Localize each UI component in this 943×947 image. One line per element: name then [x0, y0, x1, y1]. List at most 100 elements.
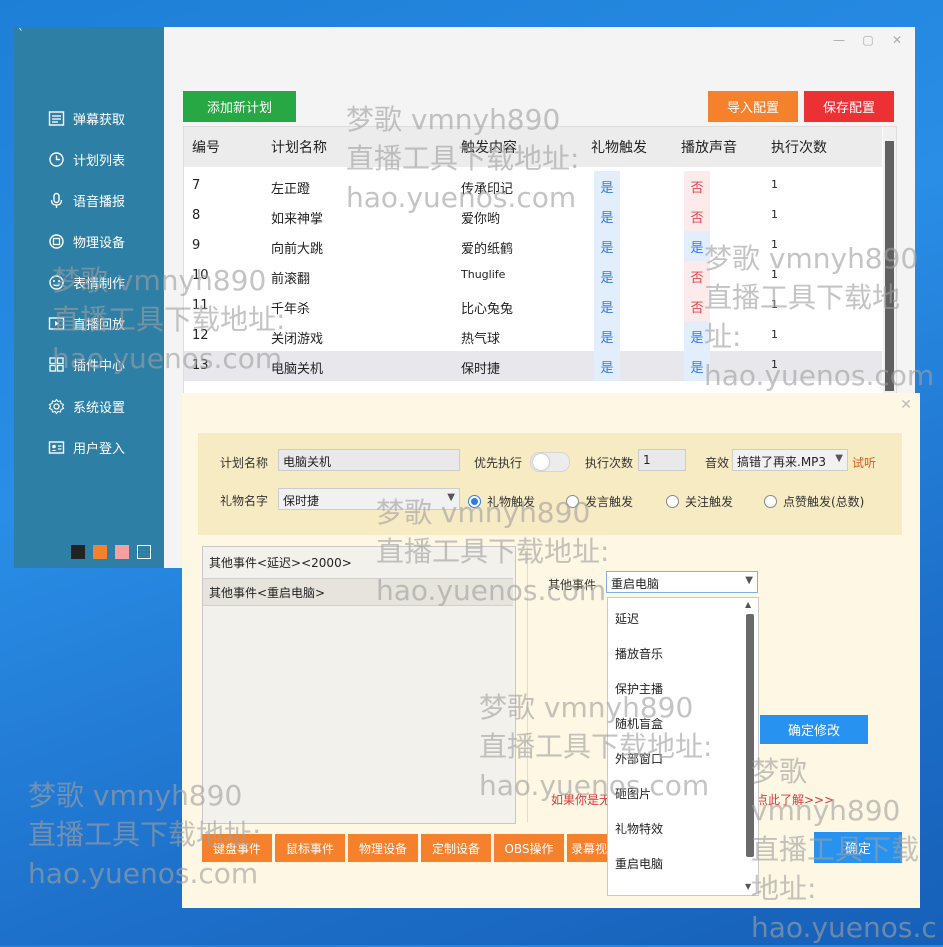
sidebar-item-emoji[interactable]: 表情制作	[48, 271, 125, 293]
cell-sound: 是	[684, 231, 710, 261]
minimize-icon[interactable]: —	[830, 33, 848, 47]
theme-swatch-orange[interactable]	[93, 545, 107, 559]
sidebar-item-login[interactable]: 用户登入	[48, 436, 125, 458]
close-icon[interactable]: ✕	[888, 33, 906, 47]
list-item[interactable]: 其他事件<重启电脑>	[203, 578, 513, 606]
radio-label: 礼物触发	[487, 495, 536, 509]
dropdown-option[interactable]: 播放音乐	[615, 645, 663, 662]
sidebar-item-label: 表情制作	[73, 276, 126, 292]
dropdown-option[interactable]: 延迟	[615, 610, 639, 627]
cell-sound: 否	[684, 201, 710, 231]
confirm-button[interactable]: 确定	[814, 832, 902, 863]
list-item[interactable]: 其他事件<延迟><2000>	[203, 548, 513, 576]
trigger-follow-radio[interactable]: 关注触发	[666, 493, 733, 510]
column-header-name[interactable]: 计划名称	[271, 137, 327, 157]
scroll-up-icon[interactable]: ▲	[745, 600, 751, 609]
save-config-button[interactable]: 保存配置	[804, 91, 894, 122]
column-header-gift[interactable]: 礼物触发	[591, 137, 647, 157]
microphone-icon	[50, 192, 63, 208]
import-config-button[interactable]: 导入配置	[708, 91, 798, 122]
dialog-close-icon[interactable]: ✕	[900, 397, 912, 413]
sidebar: ` 弹幕获取 计划列表 语音播报 物理设备 表情制作 直播回放 插件中心 系统设…	[14, 27, 164, 568]
try-listen-link[interactable]: 试听	[852, 454, 876, 471]
sound-select[interactable]: 搞错了再来.MP3 ▼	[732, 449, 848, 471]
dropdown-option[interactable]: 礼物特效	[615, 820, 663, 837]
emoji-icon	[49, 274, 64, 290]
tab-custom-devices[interactable]: 定制设备	[421, 834, 491, 862]
exec-count-input[interactable]: 1	[638, 449, 686, 471]
theme-swatch-blue[interactable]	[137, 545, 151, 559]
tab-physical-devices[interactable]: 物理设备	[348, 834, 418, 862]
theme-swatch-pink[interactable]	[115, 545, 129, 559]
add-plan-button[interactable]: 添加新计划	[183, 91, 296, 122]
tab-screen-recording[interactable]: 录幕视	[567, 834, 611, 862]
column-header-content[interactable]: 触发内容	[461, 137, 517, 157]
column-header-id[interactable]: 编号	[192, 137, 220, 157]
sidebar-item-plans[interactable]: 计划列表	[48, 148, 125, 170]
replay-icon	[48, 316, 65, 330]
chevron-down-icon: ▼	[745, 575, 753, 586]
sidebar-item-settings[interactable]: 系统设置	[48, 395, 125, 417]
tab-obs-operations[interactable]: OBS操作	[494, 834, 564, 862]
cell-sound: 是	[684, 321, 710, 351]
confirm-edit-button[interactable]: 确定修改	[760, 715, 868, 744]
radio-label: 关注触发	[685, 495, 734, 509]
table-row[interactable]: 13 电脑关机 保时捷 是 是 1	[184, 351, 882, 381]
cell-content: 热气球	[461, 332, 501, 347]
dropdown-option[interactable]: 外部窗口	[615, 750, 663, 767]
table-row[interactable]: 8 如来神掌 爱你哟 是 否 1	[184, 201, 882, 231]
cell-count: 1	[771, 268, 778, 281]
scroll-down-icon[interactable]: ▼	[745, 882, 751, 891]
sidebar-item-replay[interactable]: 直播回放	[48, 312, 125, 334]
priority-toggle[interactable]	[530, 452, 570, 472]
theme-swatch-dark[interactable]	[71, 545, 85, 559]
tab-keyboard-events[interactable]: 键盘事件	[202, 834, 272, 862]
dropdown-option[interactable]: 保护主播	[615, 680, 663, 697]
gift-name-select[interactable]: 保时捷 ▼	[278, 488, 460, 510]
table-row[interactable]: 7 左正蹬 传承印记 是 否 1	[184, 171, 882, 201]
cell-content: 传承印记	[461, 182, 514, 197]
column-header-sound[interactable]: 播放声音	[681, 137, 737, 157]
priority-label: 优先执行	[474, 456, 523, 470]
sidebar-item-danmaku[interactable]: 弹幕获取	[48, 107, 125, 129]
table-row[interactable]: 11 千年杀 比心兔兔 是 否 1	[184, 291, 882, 321]
sidebar-item-voice[interactable]: 语音播报	[48, 189, 125, 211]
plan-icon	[49, 151, 64, 167]
table-row[interactable]: 10 前滚翻 Thuglife 是 否 1	[184, 261, 882, 291]
table-row[interactable]: 9 向前大跳 爱的纸鹤 是 是 1	[184, 231, 882, 261]
cell-id: 11	[192, 298, 209, 313]
cell-count: 1	[771, 358, 778, 371]
cell-count: 1	[771, 298, 778, 311]
radio-dot	[468, 495, 481, 508]
dropdown-option[interactable]: 重启电脑	[615, 855, 663, 872]
scrollbar-thumb[interactable]	[885, 141, 894, 391]
plan-name-input[interactable]: 电脑关机	[278, 449, 460, 471]
cell-content: Thuglife	[461, 268, 506, 281]
cell-name: 电脑关机	[271, 362, 324, 377]
sidebar-item-devices[interactable]: 物理设备	[48, 230, 125, 252]
trigger-gift-radio[interactable]: 礼物触发	[468, 493, 535, 510]
sound-select-value: 搞错了再来.MP3	[737, 455, 827, 469]
edit-plan-dialog: ✕ 计划名称 电脑关机 优先执行 执行次数 1 音效 搞错了再来.MP3 ▼ 试…	[182, 393, 920, 908]
column-header-count[interactable]: 执行次数	[771, 137, 827, 157]
plugin-icon	[49, 356, 64, 372]
scrollbar-thumb[interactable]	[746, 614, 754, 857]
sidebar-item-plugins[interactable]: 插件中心	[48, 353, 125, 375]
other-event-value: 重启电脑	[611, 577, 660, 591]
tab-mouse-events[interactable]: 鼠标事件	[275, 834, 345, 862]
cell-content: 比心兔兔	[461, 302, 514, 317]
table-row[interactable]: 12 关闭游戏 热气球 是 是 1	[184, 321, 882, 351]
trigger-like-radio[interactable]: 点赞触发(总数)	[764, 493, 864, 510]
learn-more-link[interactable]: 点此了解>>>	[756, 791, 834, 808]
cell-content: 爱你哟	[461, 212, 501, 227]
dropdown-scrollbar[interactable]: ▲ ▼	[744, 600, 756, 892]
cell-gift: 是	[594, 261, 620, 291]
trigger-speech-radio[interactable]: 发言触发	[566, 493, 633, 510]
other-event-select[interactable]: 重启电脑 ▼	[606, 571, 758, 593]
sidebar-item-label: 物理设备	[73, 235, 126, 251]
cell-gift: 是	[594, 231, 620, 261]
table-scrollbar[interactable]	[883, 127, 896, 413]
dropdown-option[interactable]: 砸图片	[615, 785, 651, 802]
dropdown-option[interactable]: 随机盲盒	[615, 715, 663, 732]
maximize-icon[interactable]: ▢	[859, 33, 877, 47]
